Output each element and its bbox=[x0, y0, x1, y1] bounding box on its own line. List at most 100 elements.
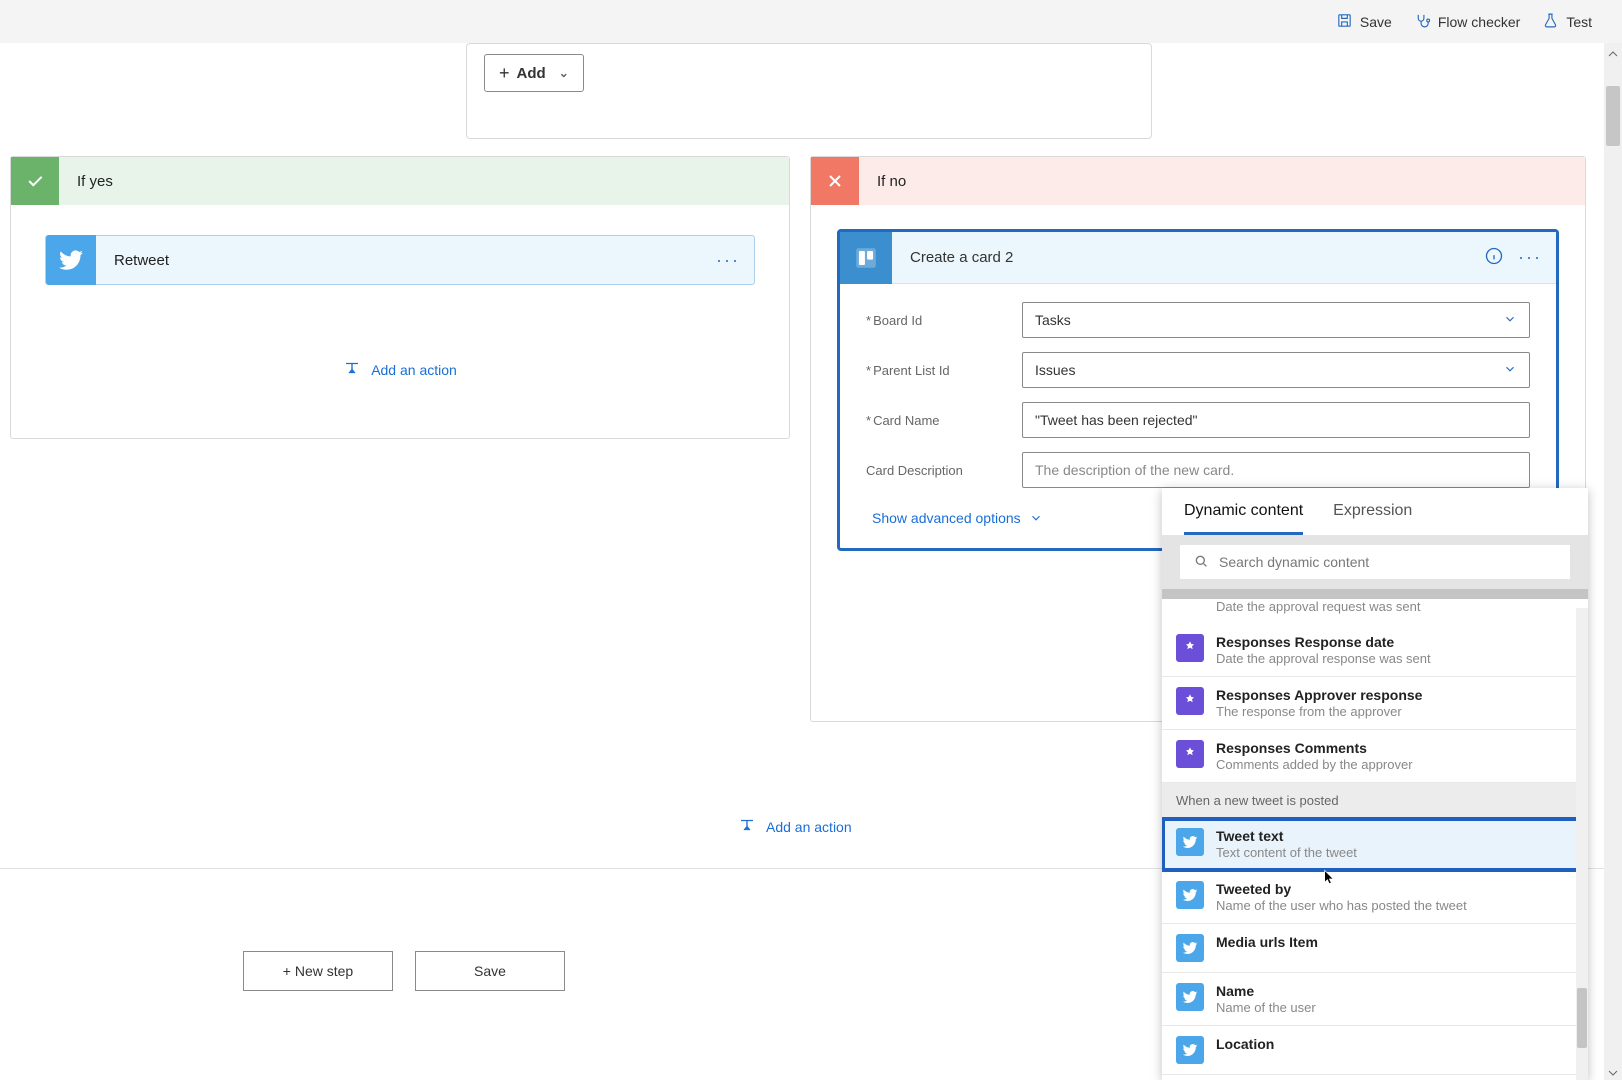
approval-icon bbox=[1176, 740, 1204, 768]
dc-item-responses-comments[interactable]: Responses Comments Comments added by the… bbox=[1162, 730, 1588, 783]
create-card-title: Create a card 2 bbox=[910, 249, 1484, 266]
twitter-icon bbox=[46, 235, 96, 285]
dc-title: Responses Approver response bbox=[1216, 687, 1422, 703]
branch-no-header[interactable]: If no bbox=[811, 157, 1585, 205]
dc-item-tweeted-by[interactable]: Tweeted by Name of the user who has post… bbox=[1162, 871, 1588, 924]
branch-yes-header[interactable]: If yes bbox=[11, 157, 789, 205]
add-action-yes-label: Add an action bbox=[371, 362, 457, 378]
flow-canvas: + Add ⌄ If yes Retweet ··· Add an action bbox=[0, 43, 1622, 1080]
scroll-up-icon[interactable] bbox=[1608, 47, 1618, 57]
save-footer-button[interactable]: Save bbox=[415, 951, 565, 991]
card-name-input[interactable] bbox=[1022, 402, 1530, 438]
parent-list-id-select[interactable]: Issues bbox=[1022, 352, 1530, 388]
twitter-icon bbox=[1176, 983, 1204, 1011]
add-action-outer[interactable]: Add an action bbox=[738, 816, 852, 837]
save-label: Save bbox=[1360, 14, 1392, 30]
dc-item-tweet-text[interactable]: Tweet text Text content of the tweet bbox=[1162, 818, 1588, 871]
twitter-icon bbox=[1176, 828, 1204, 856]
save-button[interactable]: Save bbox=[1336, 12, 1392, 32]
branch-yes: If yes Retweet ··· Add an action bbox=[10, 156, 790, 439]
trello-icon bbox=[840, 232, 892, 284]
twitter-icon bbox=[1176, 934, 1204, 962]
parent-list-id-label: *Parent List Id bbox=[866, 363, 1022, 378]
dynamic-content-flyout: Dynamic content Expression Search dynami… bbox=[1162, 488, 1588, 1080]
search-icon bbox=[1193, 553, 1209, 572]
parent-list-id-value: Issues bbox=[1035, 362, 1075, 378]
add-button[interactable]: + Add ⌄ bbox=[484, 54, 584, 92]
branch-yes-label: If yes bbox=[77, 173, 113, 190]
info-icon[interactable] bbox=[1484, 246, 1504, 269]
dc-group-tweet: When a new tweet is posted bbox=[1162, 783, 1588, 818]
board-id-select[interactable]: Tasks bbox=[1022, 302, 1530, 338]
dc-desc: Name of the user who has posted the twee… bbox=[1216, 898, 1467, 913]
flyout-scrollbar-thumb[interactable] bbox=[1577, 988, 1587, 1048]
approval-icon bbox=[1176, 687, 1204, 715]
chevron-down-icon bbox=[1503, 362, 1517, 379]
twitter-icon bbox=[1176, 881, 1204, 909]
trigger-card: + Add ⌄ bbox=[466, 43, 1152, 139]
step-create-card-header[interactable]: Create a card 2 ··· bbox=[840, 232, 1556, 284]
plus-icon: + bbox=[499, 63, 510, 84]
gray-strip bbox=[1162, 589, 1588, 599]
card-description-input[interactable] bbox=[1022, 452, 1530, 488]
card-description-label: Card Description bbox=[866, 463, 1022, 478]
dc-item-location[interactable]: Location bbox=[1162, 1026, 1588, 1075]
close-icon bbox=[811, 157, 859, 205]
card-name-value[interactable] bbox=[1035, 412, 1517, 428]
step-retweet[interactable]: Retweet ··· bbox=[45, 235, 755, 285]
dc-desc: Date the approval response was sent bbox=[1216, 651, 1431, 666]
board-id-value: Tasks bbox=[1035, 312, 1071, 328]
dc-item-responses-approver-response[interactable]: Responses Approver response The response… bbox=[1162, 677, 1588, 730]
search-placeholder: Search dynamic content bbox=[1219, 554, 1369, 570]
top-toolbar: Save Flow checker Test bbox=[0, 0, 1622, 43]
page-scrollbar-thumb[interactable] bbox=[1606, 86, 1620, 146]
tab-dynamic-content[interactable]: Dynamic content bbox=[1184, 502, 1303, 535]
add-action-yes[interactable]: Add an action bbox=[11, 359, 789, 380]
add-label: Add bbox=[517, 65, 546, 82]
show-advanced-label: Show advanced options bbox=[872, 510, 1021, 526]
card-name-label: *Card Name bbox=[866, 413, 1022, 428]
flyout-scrollbar[interactable] bbox=[1576, 608, 1588, 1080]
dc-title: Tweeted by bbox=[1216, 881, 1467, 897]
dc-item-responses-response-date[interactable]: Responses Response date Date the approva… bbox=[1162, 624, 1588, 677]
dc-desc: Name of the user bbox=[1216, 1000, 1316, 1015]
dc-item-media-urls-item[interactable]: Media urls Item bbox=[1162, 924, 1588, 973]
card-description-field[interactable] bbox=[1035, 462, 1517, 478]
dc-desc: Text content of the tweet bbox=[1216, 845, 1357, 860]
chevron-down-icon bbox=[1503, 312, 1517, 329]
insert-step-icon bbox=[343, 359, 361, 380]
add-action-outer-label: Add an action bbox=[766, 819, 852, 835]
dc-desc: Comments added by the approver bbox=[1216, 757, 1413, 772]
dc-desc: The response from the approver bbox=[1216, 704, 1422, 719]
flow-checker-button[interactable]: Flow checker bbox=[1414, 12, 1520, 32]
test-label: Test bbox=[1566, 14, 1592, 30]
page-scrollbar[interactable] bbox=[1604, 43, 1622, 1080]
approval-icon bbox=[1176, 634, 1204, 662]
save-icon bbox=[1336, 12, 1353, 32]
scroll-down-icon[interactable] bbox=[1608, 1066, 1618, 1076]
branch-no-label: If no bbox=[877, 173, 906, 190]
check-icon bbox=[11, 157, 59, 205]
dynamic-content-search[interactable]: Search dynamic content bbox=[1180, 545, 1570, 579]
test-button[interactable]: Test bbox=[1542, 12, 1592, 32]
twitter-icon bbox=[1176, 1036, 1204, 1064]
chevron-down-icon: ⌄ bbox=[559, 66, 569, 80]
new-step-button[interactable]: + New step bbox=[243, 951, 393, 991]
dc-title: Responses Comments bbox=[1216, 740, 1413, 756]
flow-checker-label: Flow checker bbox=[1438, 14, 1520, 30]
dc-title: Responses Response date bbox=[1216, 634, 1431, 650]
board-id-label: *Board Id bbox=[866, 313, 1022, 328]
dynamic-content-list: Date the approval request was sent Respo… bbox=[1162, 599, 1588, 1080]
dc-title: Tweet text bbox=[1216, 828, 1357, 844]
tab-expression[interactable]: Expression bbox=[1333, 502, 1412, 535]
dc-title: Location bbox=[1216, 1036, 1274, 1052]
stethoscope-icon bbox=[1414, 12, 1431, 32]
insert-step-icon bbox=[738, 816, 756, 837]
truncated-item-desc: Date the approval request was sent bbox=[1162, 599, 1588, 624]
dc-item-name[interactable]: Name Name of the user bbox=[1162, 973, 1588, 1026]
more-menu[interactable]: ··· bbox=[1518, 247, 1542, 268]
more-menu[interactable]: ··· bbox=[716, 250, 740, 271]
retweet-title: Retweet bbox=[114, 252, 716, 269]
dc-title: Media urls Item bbox=[1216, 934, 1318, 950]
footer-buttons: + New step Save bbox=[243, 951, 565, 991]
